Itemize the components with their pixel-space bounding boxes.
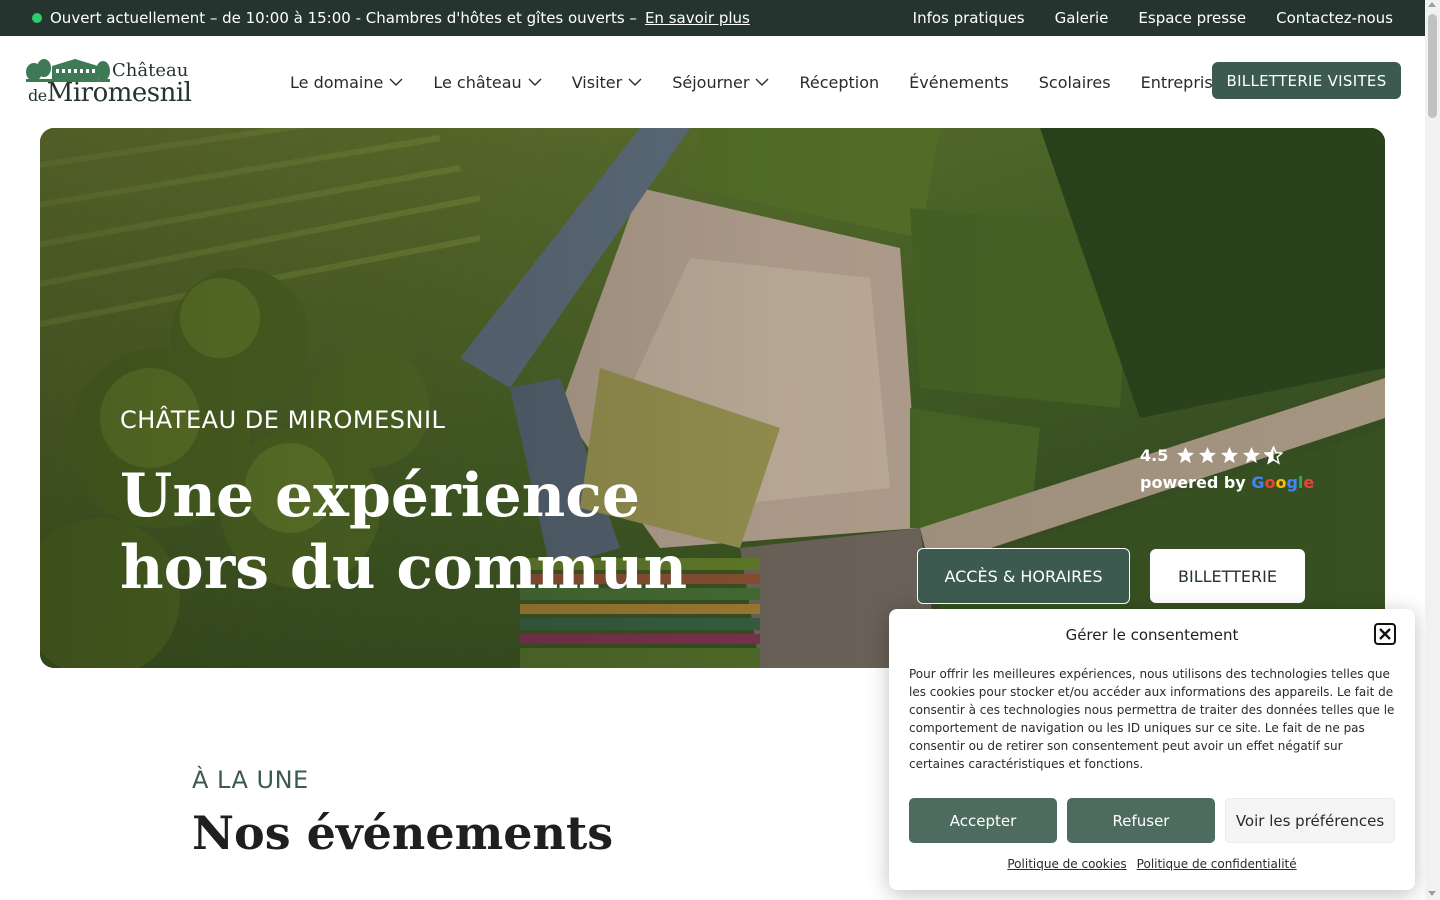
nav-label: Événements [909,72,1009,92]
powered-by-label: powered by [1140,473,1246,492]
consent-title: Gérer le consentement [1065,626,1239,644]
nav-label: Visiter [571,72,623,92]
nav-visiter[interactable]: Visiter [572,73,643,92]
nav-label: Réception [799,72,880,92]
main-nav: Le domaine Le château Visiter Séjourner … [290,36,1261,128]
site-header: Château deMiromesnil Le domaine Le châte… [0,36,1425,128]
nav-le-domaine[interactable]: Le domaine [290,73,403,92]
link-infos-pratiques[interactable]: Infos pratiques [913,9,1025,27]
link-galerie[interactable]: Galerie [1055,9,1109,27]
privacy-policy-link[interactable]: Politique de confidentialité [1137,857,1297,871]
hero-banner: CHÂTEAU DE MIROMESNIL Une expérience hor… [40,128,1385,668]
logo-line2-name: Miromesnil [46,78,192,108]
policy-links: Politique de cookies Politique de confid… [889,857,1415,871]
view-preferences-button[interactable]: Voir les préférences [1225,798,1395,843]
close-icon [1379,628,1391,640]
nav-reception[interactable]: Réception [799,73,879,92]
star-icon [1199,446,1217,464]
accept-button[interactable]: Accepter [909,798,1057,843]
link-contact[interactable]: Contactez-nous [1276,9,1393,27]
logo-line2-prefix: de [28,86,47,105]
refuse-button[interactable]: Refuser [1067,798,1215,843]
nav-label: Séjourner [672,72,750,92]
site-logo[interactable]: Château deMiromesnil [26,56,192,108]
chevron-down-icon [389,78,403,86]
chevron-down-icon [528,78,542,86]
announcement-text: Ouvert actuellement – de 10:00 à 15:00 -… [50,9,637,27]
logo-line2: deMiromesnil [28,78,192,108]
nav-le-chateau[interactable]: Le château [433,72,542,92]
hero-title: Une expérience hors du commun [120,460,760,604]
hero-eyebrow: CHÂTEAU DE MIROMESNIL [120,406,446,434]
consent-body: Pour offrir les meilleures expériences, … [909,667,1395,771]
star-icon [1221,446,1239,464]
powered-by: powered by Google [1140,473,1314,492]
events-title: Nos événements [192,806,614,860]
page-scrollbar[interactable] [1425,0,1440,900]
scroll-down-arrow-icon[interactable] [1428,891,1436,896]
status-dot-icon [32,13,42,23]
utility-links: Infos pratiques Galerie Espace presse Co… [913,9,1393,27]
rating-stars [1176,446,1284,465]
nav-evenements[interactable]: Événements [909,73,1009,92]
ticketing-button[interactable]: BILLETTERIE [1150,549,1305,603]
scrollbar-thumb[interactable] [1428,14,1437,118]
nav-sejourner[interactable]: Séjourner [672,73,769,92]
scroll-up-arrow-icon[interactable] [1428,2,1436,7]
learn-more-link[interactable]: En savoir plus [645,9,750,27]
announcement-bar: Ouvert actuellement – de 10:00 à 15:00 -… [0,0,1425,36]
star-icon [1243,446,1261,464]
google-wordmark: Google [1251,473,1315,492]
rating-score: 4.5 [1140,446,1169,465]
cookie-policy-link[interactable]: Politique de cookies [1007,857,1126,871]
link-espace-presse[interactable]: Espace presse [1138,9,1246,27]
ticketing-visits-button[interactable]: BILLETTERIE VISITES [1212,62,1401,99]
hero-title-line1: Une expérience [120,461,640,531]
half-star-icon [1264,446,1284,465]
rating-row: 4.5 [1140,446,1314,465]
star-icon [1177,446,1195,464]
cookie-consent-dialog: Gérer le consentement Pour offrir les me… [889,609,1415,890]
nav-label: Le château [433,72,522,92]
close-consent-button[interactable] [1374,623,1396,645]
google-rating[interactable]: 4.5 powered by Google [1140,446,1314,492]
nav-label: Scolaires [1038,72,1111,92]
chevron-down-icon [628,78,642,86]
chevron-down-icon [755,78,769,86]
nav-scolaires[interactable]: Scolaires [1039,73,1111,92]
nav-label: Le domaine [290,72,384,92]
events-eyebrow: À LA UNE [192,766,309,794]
hero-title-line2: hors du commun [120,533,688,603]
access-hours-button[interactable]: ACCÈS & HORAIRES [917,548,1130,604]
opening-status: Ouvert actuellement – de 10:00 à 15:00 -… [32,9,750,27]
